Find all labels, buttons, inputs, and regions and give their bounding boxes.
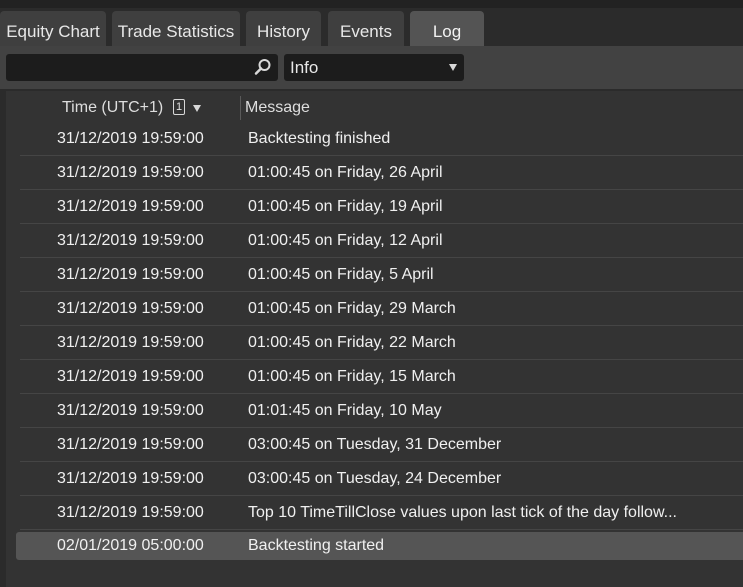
search-box	[6, 54, 278, 81]
row-message: 01:00:45 on Friday, 26 April	[248, 164, 443, 181]
row-time: 31/12/2019 19:59:00	[57, 402, 204, 419]
row-message: 01:00:45 on Friday, 5 April	[248, 266, 434, 283]
row-time: 31/12/2019 19:59:00	[57, 130, 204, 147]
sort-desc-icon[interactable]	[193, 105, 201, 112]
log-window: Equity Chart Trade Statistics History Ev…	[0, 0, 743, 587]
row-message: 01:00:45 on Friday, 22 March	[248, 334, 456, 351]
tab-bar: Equity Chart Trade Statistics History Ev…	[0, 8, 743, 46]
row-message: 01:00:45 on Friday, 12 April	[248, 232, 443, 249]
row-message: 01:00:45 on Friday, 15 March	[248, 368, 456, 385]
row-message: Backtesting started	[248, 537, 385, 554]
column-header-message[interactable]: Message	[245, 91, 310, 125]
chevron-down-icon	[449, 64, 457, 71]
row-time: 31/12/2019 19:59:00	[57, 232, 204, 249]
row-time: 31/12/2019 19:59:00	[57, 266, 204, 283]
row-message: Top 10 TimeTillClose values upon last ti…	[248, 504, 677, 521]
table-row[interactable]: 31/12/2019 19:59:00 01:00:45 on Friday, …	[20, 360, 743, 394]
row-time: 31/12/2019 19:59:00	[57, 334, 204, 351]
table-row[interactable]: 31/12/2019 19:59:00 03:00:45 on Tuesday,…	[20, 462, 743, 496]
table-row[interactable]: 31/12/2019 19:59:00 03:00:45 on Tuesday,…	[20, 428, 743, 462]
row-time: 31/12/2019 19:59:00	[57, 164, 204, 181]
table-row[interactable]: 31/12/2019 19:59:00 01:01:45 on Friday, …	[20, 394, 743, 428]
table-row-selected[interactable]: 02/01/2019 05:00:00 Backtesting started	[16, 532, 743, 560]
row-message: 03:00:45 on Tuesday, 24 December	[248, 470, 502, 487]
row-time: 31/12/2019 19:59:00	[57, 368, 204, 385]
table-row[interactable]: 31/12/2019 19:59:00 01:00:45 on Friday, …	[20, 224, 743, 258]
row-message: 03:00:45 on Tuesday, 31 December	[248, 436, 502, 453]
log-level-value: Info	[290, 58, 319, 77]
table-row[interactable]: 31/12/2019 19:59:00 Top 10 TimeTillClose…	[20, 496, 743, 530]
search-input[interactable]	[6, 54, 246, 81]
column-resize-handle[interactable]	[240, 96, 241, 120]
row-time: 02/01/2019 05:00:00	[57, 537, 204, 554]
tab-equity-chart[interactable]: Equity Chart	[0, 11, 106, 46]
table-row[interactable]: 31/12/2019 19:59:00 01:00:45 on Friday, …	[20, 156, 743, 190]
row-time: 31/12/2019 19:59:00	[57, 300, 204, 317]
table-row[interactable]: 31/12/2019 19:59:00 01:00:45 on Friday, …	[20, 190, 743, 224]
tab-log[interactable]: Log	[410, 11, 484, 46]
tab-history[interactable]: History	[246, 11, 321, 46]
row-message: Backtesting finished	[248, 130, 391, 147]
row-time: 31/12/2019 19:59:00	[57, 470, 204, 487]
row-time: 31/12/2019 19:59:00	[57, 436, 204, 453]
log-table: Time (UTC+1) 1 Message 31/12/2019 19:59:…	[6, 91, 743, 587]
log-toolbar: Info	[0, 46, 743, 89]
table-row[interactable]: 31/12/2019 19:59:00 01:00:45 on Friday, …	[20, 326, 743, 360]
table-row[interactable]: 31/12/2019 19:59:00 01:00:45 on Friday, …	[20, 292, 743, 326]
table-row[interactable]: 31/12/2019 19:59:00 01:00:45 on Friday, …	[20, 258, 743, 292]
table-header: Time (UTC+1) 1 Message	[6, 91, 743, 123]
search-icon[interactable]	[254, 58, 272, 76]
top-strip	[0, 0, 743, 8]
log-level-select[interactable]: Info	[284, 54, 464, 81]
row-message: 01:00:45 on Friday, 19 April	[248, 198, 443, 215]
sort-order-badge: 1	[173, 99, 185, 115]
column-header-time[interactable]: Time (UTC+1)	[62, 91, 163, 125]
tab-events[interactable]: Events	[328, 11, 404, 46]
row-time: 31/12/2019 19:59:00	[57, 504, 204, 521]
table-row[interactable]: 31/12/2019 19:59:00 Backtesting finished	[20, 122, 743, 156]
row-message: 01:01:45 on Friday, 10 May	[248, 402, 442, 419]
row-message: 01:00:45 on Friday, 29 March	[248, 300, 456, 317]
row-time: 31/12/2019 19:59:00	[57, 198, 204, 215]
tab-trade-statistics[interactable]: Trade Statistics	[112, 11, 240, 46]
